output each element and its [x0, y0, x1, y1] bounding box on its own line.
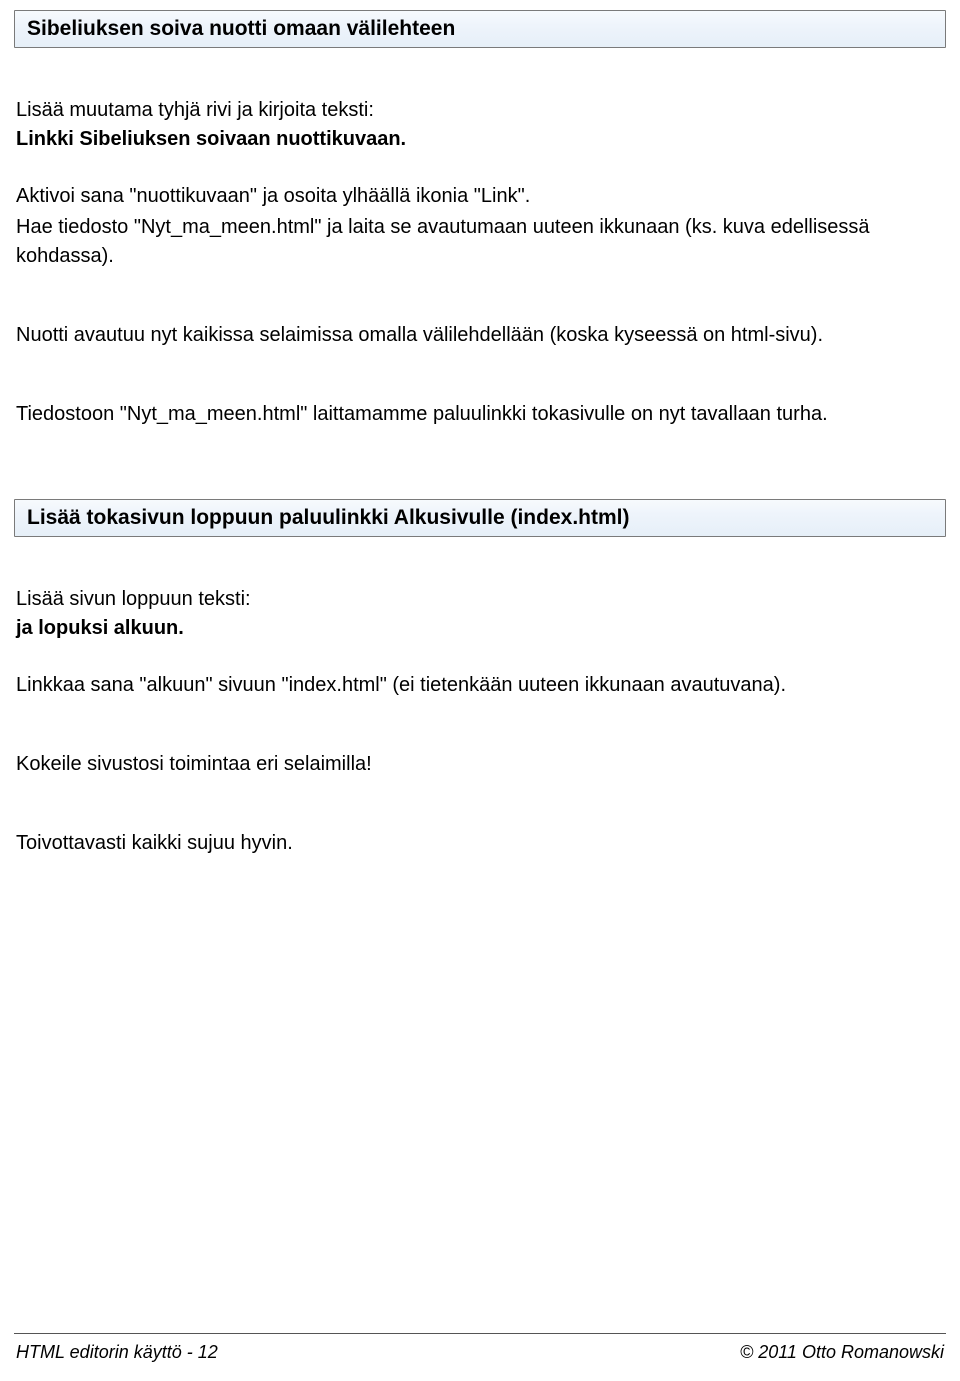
text-line: Linkki Sibeliuksen soivaan nuottikuvaan. — [16, 128, 406, 150]
text-line: Aktivoi sana "nuottikuvaan" ja osoita yl… — [16, 185, 530, 207]
footer-left: HTML editorin käyttö - 12 — [16, 1342, 218, 1363]
text-line: Hae tiedosto "Nyt_ma_meen.html" ja laita… — [16, 216, 870, 267]
text-line: Nuotti avautuu nyt kaikissa selaimissa o… — [16, 324, 823, 346]
text-line: ja lopuksi alkuun. — [16, 617, 184, 639]
heading-text: Sibeliuksen soiva nuotti omaan välilehte… — [27, 17, 455, 40]
paragraph: Hae tiedosto "Nyt_ma_meen.html" ja laita… — [16, 213, 916, 271]
section-heading-1: Sibeliuksen soiva nuotti omaan välilehte… — [14, 10, 946, 48]
text-line: Tiedostoon "Nyt_ma_meen.html" laittamamm… — [16, 403, 828, 425]
footer-divider — [14, 1333, 946, 1334]
text-line: Toivottavasti kaikki sujuu hyvin. — [16, 832, 293, 854]
section-heading-2: Lisää tokasivun loppuun paluulinkki Alku… — [14, 499, 946, 537]
paragraph: Tiedostoon "Nyt_ma_meen.html" laittamamm… — [16, 400, 946, 429]
paragraph-bold: ja lopuksi alkuun. — [16, 614, 946, 643]
page-footer: HTML editorin käyttö - 12 © 2011 Otto Ro… — [14, 1333, 946, 1363]
text-line: Kokeile sivustosi toimintaa eri selaimil… — [16, 753, 372, 775]
paragraph: Nuotti avautuu nyt kaikissa selaimissa o… — [16, 321, 946, 350]
paragraph: Aktivoi sana "nuottikuvaan" ja osoita yl… — [16, 182, 946, 211]
paragraph-block: Lisää muutama tyhjä rivi ja kirjoita tek… — [14, 96, 946, 154]
text-line: Lisää muutama tyhjä rivi ja kirjoita tek… — [16, 99, 374, 121]
footer-row: HTML editorin käyttö - 12 © 2011 Otto Ro… — [14, 1342, 946, 1363]
paragraph: Lisää muutama tyhjä rivi ja kirjoita tek… — [16, 96, 946, 125]
paragraph-block: Lisää sivun loppuun teksti: ja lopuksi a… — [14, 585, 946, 643]
page: Sibeliuksen soiva nuotti omaan välilehte… — [0, 0, 960, 1381]
footer-right: © 2011 Otto Romanowski — [740, 1342, 944, 1363]
paragraph: Linkkaa sana "alkuun" sivuun "index.html… — [16, 671, 946, 700]
text-line: Lisää sivun loppuun teksti: — [16, 588, 251, 610]
heading-text: Lisää tokasivun loppuun paluulinkki Alku… — [27, 506, 629, 529]
paragraph-bold: Linkki Sibeliuksen soivaan nuottikuvaan. — [16, 125, 946, 154]
paragraph: Kokeile sivustosi toimintaa eri selaimil… — [16, 750, 946, 779]
paragraph: Lisää sivun loppuun teksti: — [16, 585, 946, 614]
text-line: Linkkaa sana "alkuun" sivuun "index.html… — [16, 674, 786, 696]
paragraph: Toivottavasti kaikki sujuu hyvin. — [16, 829, 946, 858]
